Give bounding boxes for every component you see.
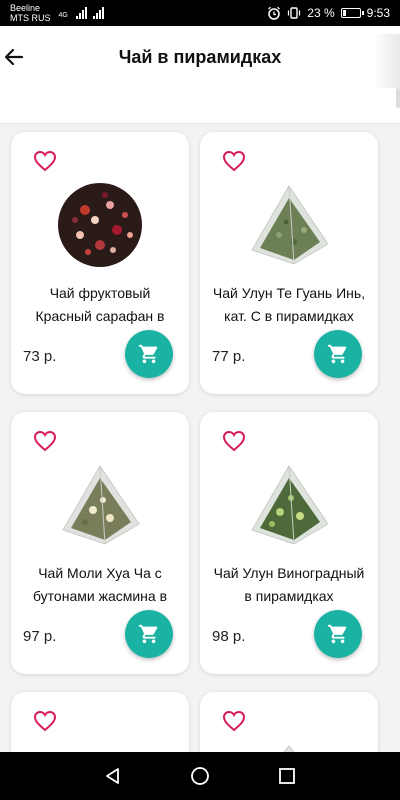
network-type: 4G — [58, 12, 68, 19]
product-price: 73 р. — [23, 348, 57, 365]
add-to-cart-button[interactable] — [314, 610, 362, 658]
cart-icon — [138, 624, 158, 644]
signal-icon-2 — [92, 7, 104, 19]
product-card[interactable]: Чай фруктовый Красный сарафан в пирамидк… — [11, 132, 189, 394]
product-card[interactable]: Чай Улун Те Гуань Инь, кат. С в пирамидк… — [200, 132, 378, 394]
heart-outline-icon[interactable] — [33, 430, 57, 452]
square-recents-icon — [278, 768, 295, 784]
triangle-back-icon — [106, 768, 120, 784]
product-name: Чай фруктовый Красный сарафан в пирамидк… — [35, 285, 165, 324]
nav-recents-button[interactable] — [267, 756, 307, 796]
app-header: Чай в пирамидках — [0, 26, 400, 90]
cart-icon — [138, 344, 158, 364]
product-price: 97 р. — [23, 628, 57, 645]
alarm-icon — [268, 6, 281, 20]
cart-icon — [327, 344, 347, 364]
heart-outline-icon[interactable] — [222, 710, 246, 732]
pyramid-teabag-image — [251, 465, 329, 545]
clock: 9:53 — [366, 6, 390, 20]
scrollbar[interactable] — [396, 88, 400, 108]
product-grid: Чай фруктовый Красный сарафан в пирамидк… — [11, 132, 379, 762]
pyramid-teabag-image — [62, 465, 140, 545]
arrow-left-icon — [4, 48, 24, 66]
carrier-name-2: MTS RUS — [10, 13, 51, 23]
cart-icon — [327, 624, 347, 644]
battery-percent: 23 % — [307, 6, 335, 20]
add-to-cart-button[interactable] — [125, 610, 173, 658]
pyramid-teabag-image — [251, 185, 329, 265]
carrier-info: Beeline MTS RUS — [10, 3, 51, 23]
nav-back-button[interactable] — [93, 756, 133, 796]
carrier-name-1: Beeline — [10, 3, 41, 13]
battery-icon — [340, 8, 364, 18]
product-name: Чай Моли Хуа Ча с бутонами жасмина в пир… — [32, 565, 168, 604]
product-price: 98 р. — [212, 628, 246, 645]
nav-home-button[interactable] — [180, 756, 220, 796]
fruit-tea-image — [58, 183, 142, 267]
status-right: 23 % 9:53 — [267, 6, 390, 20]
header-edge-shadow — [374, 34, 400, 90]
heart-outline-icon[interactable] — [33, 710, 57, 732]
circle-home-icon — [191, 767, 209, 785]
page-title: Чай в пирамидках — [118, 46, 282, 67]
back-button[interactable] — [0, 33, 38, 81]
signal-indicators: 4G — [59, 7, 104, 19]
system-nav-bar — [0, 752, 400, 800]
status-bar: Beeline MTS RUS 4G 23 % 9:53 — [0, 0, 400, 26]
heart-outline-icon[interactable] — [222, 150, 246, 172]
product-card[interactable]: Чай Улун Виноградный в пирамидках 98 р. — [200, 412, 378, 674]
product-price: 77 р. — [212, 348, 246, 365]
product-name: Чай Улун Виноградный в пирамидках — [213, 565, 365, 604]
vibrate-icon — [288, 7, 301, 19]
add-to-cart-button[interactable] — [314, 330, 362, 378]
heart-outline-icon[interactable] — [33, 150, 57, 172]
heart-outline-icon[interactable] — [222, 430, 246, 452]
filter-band — [0, 88, 400, 124]
product-card[interactable]: Чай Моли Хуа Ча с бутонами жасмина в пир… — [11, 412, 189, 674]
signal-icon — [75, 7, 87, 19]
add-to-cart-button[interactable] — [125, 330, 173, 378]
product-name: Чай Улун Те Гуань Инь, кат. С в пирамидк… — [212, 285, 366, 324]
